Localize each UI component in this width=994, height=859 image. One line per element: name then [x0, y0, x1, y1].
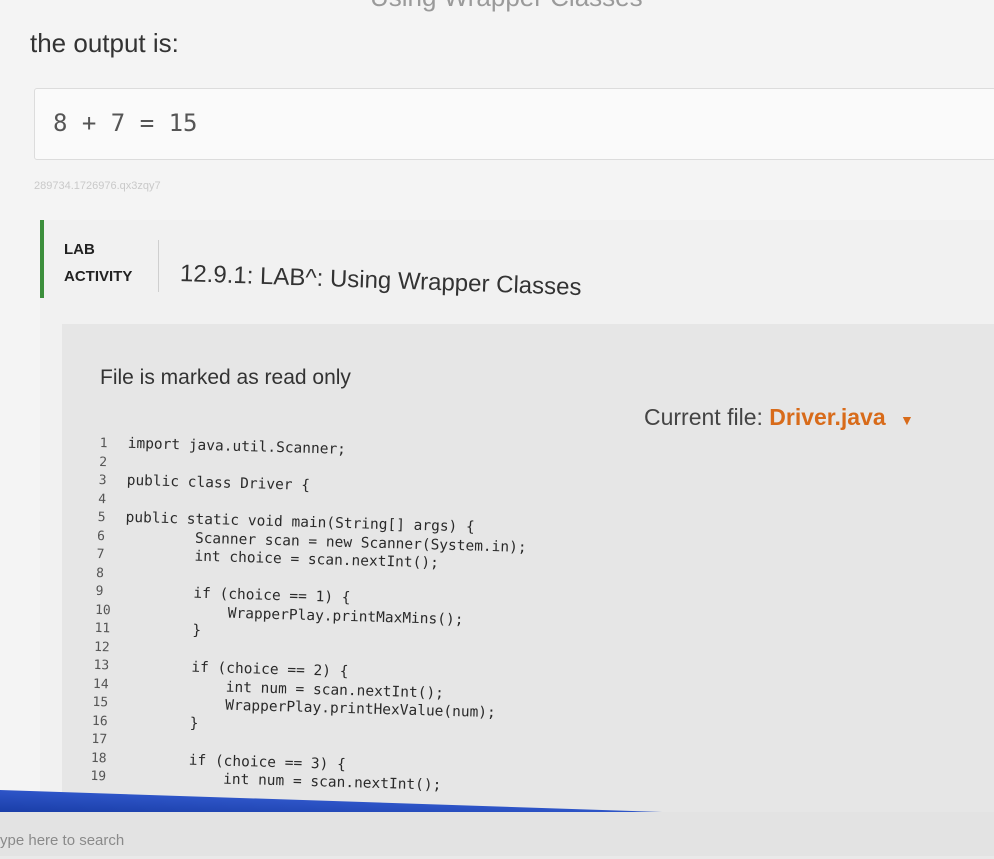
current-file-name[interactable]: Driver.java — [769, 404, 885, 430]
taskbar-search-input[interactable]: ype here to search — [0, 832, 124, 849]
lab-activity-label: LAB ACTIVITY — [64, 236, 132, 290]
lab-label-line1: LAB — [64, 236, 132, 263]
line-number: 18 — [91, 749, 120, 768]
lab-title: 12.9.1: LAB^: Using Wrapper Classes — [180, 260, 582, 302]
line-number: 12 — [94, 638, 123, 657]
line-number: 13 — [93, 657, 122, 676]
current-file-selector[interactable]: Current file: Driver.java ▼ — [644, 404, 914, 431]
line-number: 15 — [92, 694, 121, 713]
taskbar-search-strip[interactable]: ype here to search — [0, 812, 994, 856]
lab-activity-card: LAB ACTIVITY 12.9.1: LAB^: Using Wrapper… — [40, 220, 994, 856]
lab-accent-bar — [40, 220, 44, 298]
line-number: 5 — [97, 509, 126, 528]
code-text: } — [122, 621, 201, 639]
line-number: 4 — [98, 490, 127, 509]
readonly-note: File is marked as read only — [100, 366, 351, 390]
line-number: 10 — [95, 601, 124, 620]
page: Using Wrapper Classes the output is: 8 +… — [0, 0, 994, 856]
line-number: 1 — [99, 435, 128, 454]
section-heading: Using Wrapper Classes — [370, 0, 643, 13]
line-number: 17 — [91, 731, 120, 750]
line-number: 19 — [90, 768, 119, 787]
sample-output-box: 8 + 7 = 15 — [34, 88, 994, 160]
sample-output-text: 8 + 7 = 15 — [53, 109, 198, 137]
lab-label-line2: ACTIVITY — [64, 263, 132, 290]
line-number: 9 — [95, 583, 124, 602]
output-intro-text: the output is: — [30, 28, 179, 59]
current-file-label: Current file: — [644, 404, 763, 430]
activity-id: 289734.1726976.qx3zqy7 — [34, 180, 161, 192]
chevron-down-icon[interactable]: ▼ — [900, 412, 914, 428]
line-number: 11 — [94, 620, 123, 639]
line-number: 3 — [98, 472, 127, 491]
line-number: 8 — [96, 564, 125, 583]
code-area[interactable]: 1import java.util.Scanner;23public class… — [89, 434, 994, 859]
line-number: 6 — [97, 527, 126, 546]
lab-divider — [158, 240, 159, 292]
line-number: 16 — [92, 712, 121, 731]
code-text: } — [120, 713, 199, 731]
line-number: 14 — [93, 675, 122, 694]
line-number: 7 — [96, 546, 125, 565]
code-editor-panel: File is marked as read only Current file… — [62, 324, 994, 856]
line-number: 2 — [99, 453, 128, 472]
